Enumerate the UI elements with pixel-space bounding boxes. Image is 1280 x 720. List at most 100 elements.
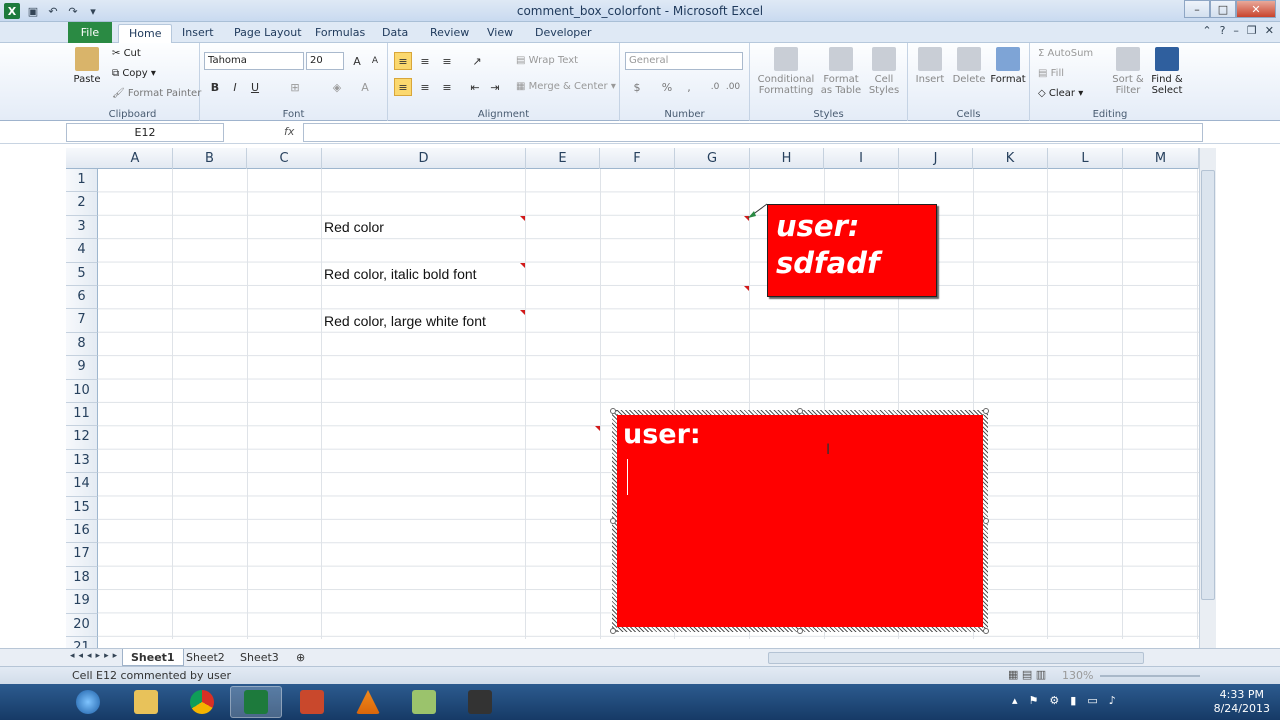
tab-review[interactable]: Review (420, 24, 479, 43)
network-icon[interactable]: ⚙ (1049, 694, 1059, 707)
row-header-15[interactable]: 15 (66, 496, 98, 520)
cell-styles-button[interactable]: Cell Styles (864, 47, 904, 96)
battery-icon[interactable]: ▮ (1070, 694, 1076, 707)
row-header-1[interactable]: 1 (66, 169, 98, 193)
font-family-select[interactable]: Tahoma (204, 52, 304, 70)
row-header-20[interactable]: 20 (66, 613, 98, 637)
find-select-button[interactable]: Find & Select (1148, 47, 1186, 96)
font-color-icon[interactable]: A (356, 78, 374, 96)
row-header-17[interactable]: 17 (66, 543, 98, 567)
align-center-icon[interactable]: ≡ (416, 78, 434, 96)
taskbar-excel[interactable] (230, 686, 282, 718)
row-header-19[interactable]: 19 (66, 590, 98, 614)
align-left-icon[interactable]: ≡ (394, 78, 412, 96)
sheet-tab-3[interactable]: Sheet3 (232, 649, 287, 666)
fill-color-icon[interactable]: ◈ (328, 78, 346, 96)
tab-data[interactable]: Data (372, 24, 418, 43)
vertical-scrollbar[interactable] (1199, 148, 1216, 648)
doc-restore-icon[interactable]: ❐ (1247, 24, 1257, 37)
col-header-m[interactable]: M (1123, 148, 1199, 169)
sort-filter-button[interactable]: Sort & Filter (1110, 47, 1146, 96)
clear-button[interactable]: ◇ Clear ▾ (1038, 88, 1083, 99)
doc-minimize-icon[interactable]: – (1233, 24, 1239, 37)
minimize-ribbon-icon[interactable]: ⌃ (1202, 24, 1211, 37)
zoom-slider[interactable] (1100, 675, 1200, 677)
col-header-k[interactable]: K (973, 148, 1048, 169)
formula-input[interactable] (303, 123, 1203, 142)
display-icon[interactable]: ▭ (1087, 694, 1097, 707)
delete-cells-button[interactable]: Delete (950, 47, 988, 85)
row-header-7[interactable]: 7 (66, 309, 98, 333)
row-header-3[interactable]: 3 (66, 215, 98, 240)
start-button[interactable] (66, 686, 110, 718)
format-cells-button[interactable]: Format (988, 47, 1028, 85)
resize-handle[interactable] (610, 408, 616, 414)
align-middle-icon[interactable]: ≡ (416, 52, 434, 70)
row-header-18[interactable]: 18 (66, 566, 98, 591)
taskbar-app[interactable] (398, 686, 450, 718)
resize-handle[interactable] (610, 628, 616, 634)
merge-center-button[interactable]: ▦ Merge & Center ▾ (516, 81, 616, 92)
row-header-10[interactable]: 10 (66, 379, 98, 403)
comment-edit-frame[interactable]: user: (612, 410, 988, 632)
cut-button[interactable]: ✂ Cut (112, 48, 141, 59)
maximize-button[interactable]: □ (1210, 0, 1236, 18)
row-header-5[interactable]: 5 (66, 262, 98, 286)
conditional-formatting-button[interactable]: Conditional Formatting (754, 47, 818, 96)
flag-icon[interactable]: ⚑ (1029, 694, 1039, 707)
name-box[interactable]: E12 (66, 123, 224, 142)
cell-d5[interactable]: Red color, italic bold font (324, 266, 477, 282)
cell-d7[interactable]: Red color, large white font (324, 313, 486, 329)
format-painter-button[interactable]: 🖌 Format Painter (112, 88, 201, 99)
col-header-h[interactable]: H (750, 148, 824, 169)
row-header-2[interactable]: 2 (66, 192, 98, 216)
font-size-select[interactable]: 20 (306, 52, 344, 70)
horizontal-scrollbar[interactable] (768, 652, 1144, 664)
shrink-font-button[interactable]: A (366, 52, 384, 70)
align-top-icon[interactable]: ≡ (394, 52, 412, 70)
copy-button[interactable]: ⧉ Copy ▾ (112, 68, 156, 79)
new-sheet-icon[interactable]: ⊕ (288, 649, 313, 666)
col-header-i[interactable]: I (824, 148, 899, 169)
clock[interactable]: 4:33 PM 8/24/2013 (1214, 688, 1270, 716)
col-header-g[interactable]: G (675, 148, 750, 169)
resize-handle[interactable] (983, 408, 989, 414)
resize-handle[interactable] (983, 518, 989, 524)
wrap-text-button[interactable]: ▤ Wrap Text (516, 55, 578, 66)
align-right-icon[interactable]: ≡ (438, 78, 456, 96)
row-header-16[interactable]: 16 (66, 520, 98, 544)
doc-close-icon[interactable]: ✕ (1265, 24, 1274, 37)
row-header-13[interactable]: 13 (66, 449, 98, 474)
fill-button[interactable]: ▤ Fill (1038, 68, 1064, 79)
comment-box-h3[interactable]: user: sdfadf (767, 204, 937, 297)
borders-icon[interactable]: ⊞ (286, 78, 304, 96)
minimize-button[interactable]: – (1184, 0, 1210, 18)
row-header-6[interactable]: 6 (66, 286, 98, 310)
resize-handle[interactable] (610, 518, 616, 524)
col-header-d[interactable]: D (322, 148, 526, 169)
insert-cells-button[interactable]: Insert (912, 47, 948, 85)
taskbar-powerpoint[interactable] (286, 686, 338, 718)
tab-page-layout[interactable]: Page Layout (224, 24, 312, 43)
increase-indent-icon[interactable]: ⇥ (486, 78, 504, 96)
resize-handle[interactable] (983, 628, 989, 634)
increase-decimal-icon[interactable]: .0 (706, 78, 724, 96)
taskbar-vlc[interactable] (342, 686, 394, 718)
autosum-button[interactable]: Σ AutoSum (1038, 48, 1093, 59)
grow-font-button[interactable]: A (348, 52, 366, 70)
tab-insert[interactable]: Insert (172, 24, 224, 43)
resize-handle[interactable] (797, 628, 803, 634)
row-header-12[interactable]: 12 (66, 426, 98, 450)
format-as-table-button[interactable]: Format as Table (818, 47, 864, 96)
tab-developer[interactable]: Developer (525, 24, 602, 43)
decrease-decimal-icon[interactable]: .00 (724, 78, 742, 96)
zoom-level[interactable]: 130% (1062, 669, 1093, 682)
tray-arrow-icon[interactable]: ▴ (1012, 694, 1018, 707)
align-bottom-icon[interactable]: ≡ (438, 52, 456, 70)
help-icon[interactable]: ? (1220, 24, 1226, 37)
tab-formulas[interactable]: Formulas (305, 24, 375, 43)
currency-icon[interactable]: $ (628, 78, 646, 96)
bold-button[interactable]: B (206, 78, 224, 96)
row-header-14[interactable]: 14 (66, 473, 98, 497)
taskbar-recorder[interactable] (454, 686, 506, 718)
